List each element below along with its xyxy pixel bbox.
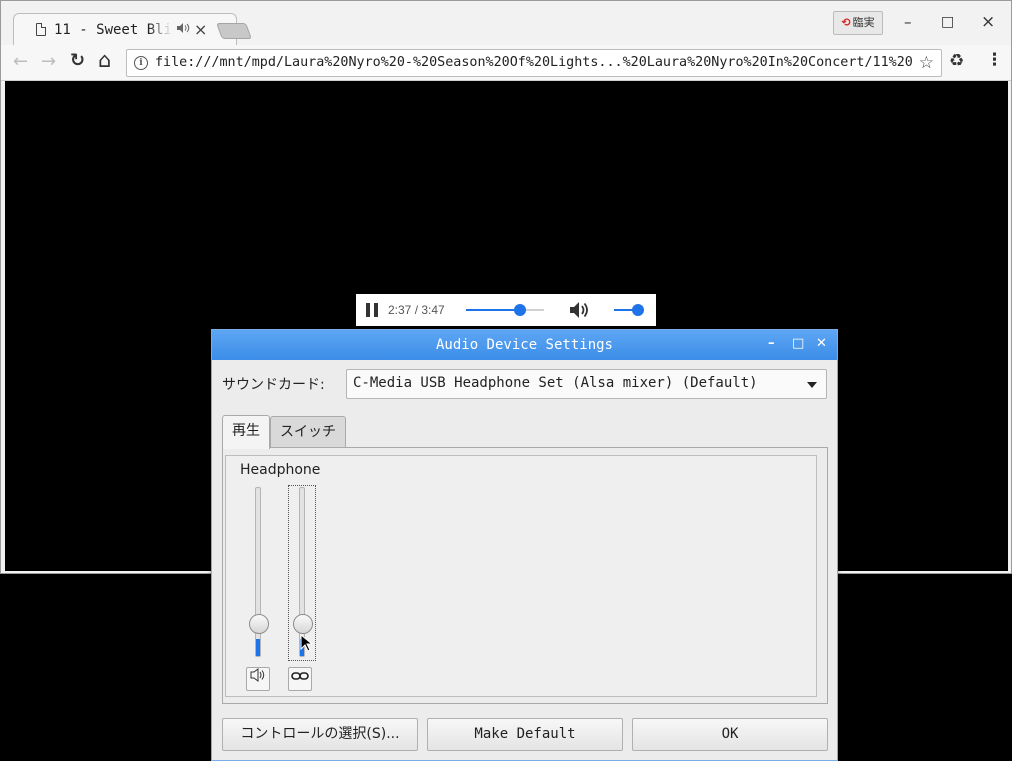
soundcard-value: C-Media USB Headphone Set (Alsa mixer) (… [353,375,758,391]
browser-menu-icon[interactable]: ⋮ [986,50,1003,70]
browser-toolbar: ← → ↻ ⌂ i file:///mnt/mpd/Laura%20Nyro%2… [1,45,1011,81]
tab-playback[interactable]: 再生 [222,415,270,449]
speaker-icon [250,668,266,685]
dialog-minimize-icon[interactable]: – [768,336,775,351]
maximize-window-icon[interactable]: □ [941,14,954,30]
tab-audio-icon[interactable] [177,23,190,36]
channel-slider-right-knob[interactable] [293,614,313,634]
minimize-window-icon[interactable]: – [904,13,912,31]
mouse-cursor-icon [300,633,314,656]
mute-toggle-button[interactable] [246,667,270,691]
new-tab-button[interactable] [216,23,252,39]
site-info-icon[interactable]: i [134,56,148,70]
channel-slider-left-knob[interactable] [249,614,269,634]
make-default-button[interactable]: Make Default [427,718,623,751]
extension-button[interactable]: ⟲ 臨実 [833,11,883,35]
extension-label: 臨実 [852,16,875,29]
home-icon[interactable]: ⌂ [98,48,111,72]
select-controls-button[interactable]: コントロールの選択(S)... [222,718,418,751]
back-icon[interactable]: ← [13,51,28,72]
lock-channels-button[interactable] [288,667,312,691]
pause-icon[interactable] [366,303,379,317]
tab-title: 11 - Sweet Blind [54,22,172,38]
url-text[interactable]: file:///mnt/mpd/Laura%20Nyro%20-%20Seaso… [155,55,915,70]
forward-icon[interactable]: → [41,51,56,72]
media-controls: 2:37 / 3:47 [356,294,656,326]
recycle-extension-icon[interactable]: ♻ [949,51,964,71]
soundcard-select[interactable]: C-Media USB Headphone Set (Alsa mixer) (… [346,369,827,399]
dialog-titlebar[interactable]: Audio Device Settings – □ ✕ [212,330,837,360]
control-name: Headphone [240,462,321,478]
tab-switches[interactable]: スイッチ [270,416,346,447]
reload-icon[interactable]: ↻ [70,50,85,71]
tab-strip: 11 - Sweet Blind × ⟲臨実 – □ × [1,1,1011,46]
seek-thumb[interactable] [513,304,526,316]
chain-link-icon [291,671,309,685]
slider-fill [256,639,260,656]
extension-icon: ⟲ [841,16,851,29]
audio-device-settings-dialog: Audio Device Settings – □ ✕ サウンドカード: C-M… [211,329,838,761]
close-window-icon[interactable]: × [981,12,995,32]
time-display: 2:37 / 3:47 [388,303,445,317]
dialog-close-icon[interactable]: ✕ [816,336,827,351]
dialog-title: Audio Device Settings [435,337,613,353]
seek-slider[interactable] [466,304,544,316]
volume-thumb[interactable] [632,304,644,316]
soundcard-label: サウンドカード: [222,377,325,393]
page-icon [36,23,46,36]
browser-tab[interactable]: 11 - Sweet Blind × [13,13,237,46]
tab-close-icon[interactable]: × [194,20,207,39]
seek-fill [466,309,520,311]
dropdown-arrow-icon [807,382,817,388]
ok-button[interactable]: OK [632,718,828,751]
bookmark-star-icon[interactable]: ☆ [919,53,934,73]
volume-icon[interactable] [569,300,589,324]
address-bar[interactable]: i file:///mnt/mpd/Laura%20Nyro%20-%20Sea… [126,49,942,77]
dialog-maximize-icon[interactable]: □ [792,336,804,351]
volume-slider[interactable] [614,304,644,316]
